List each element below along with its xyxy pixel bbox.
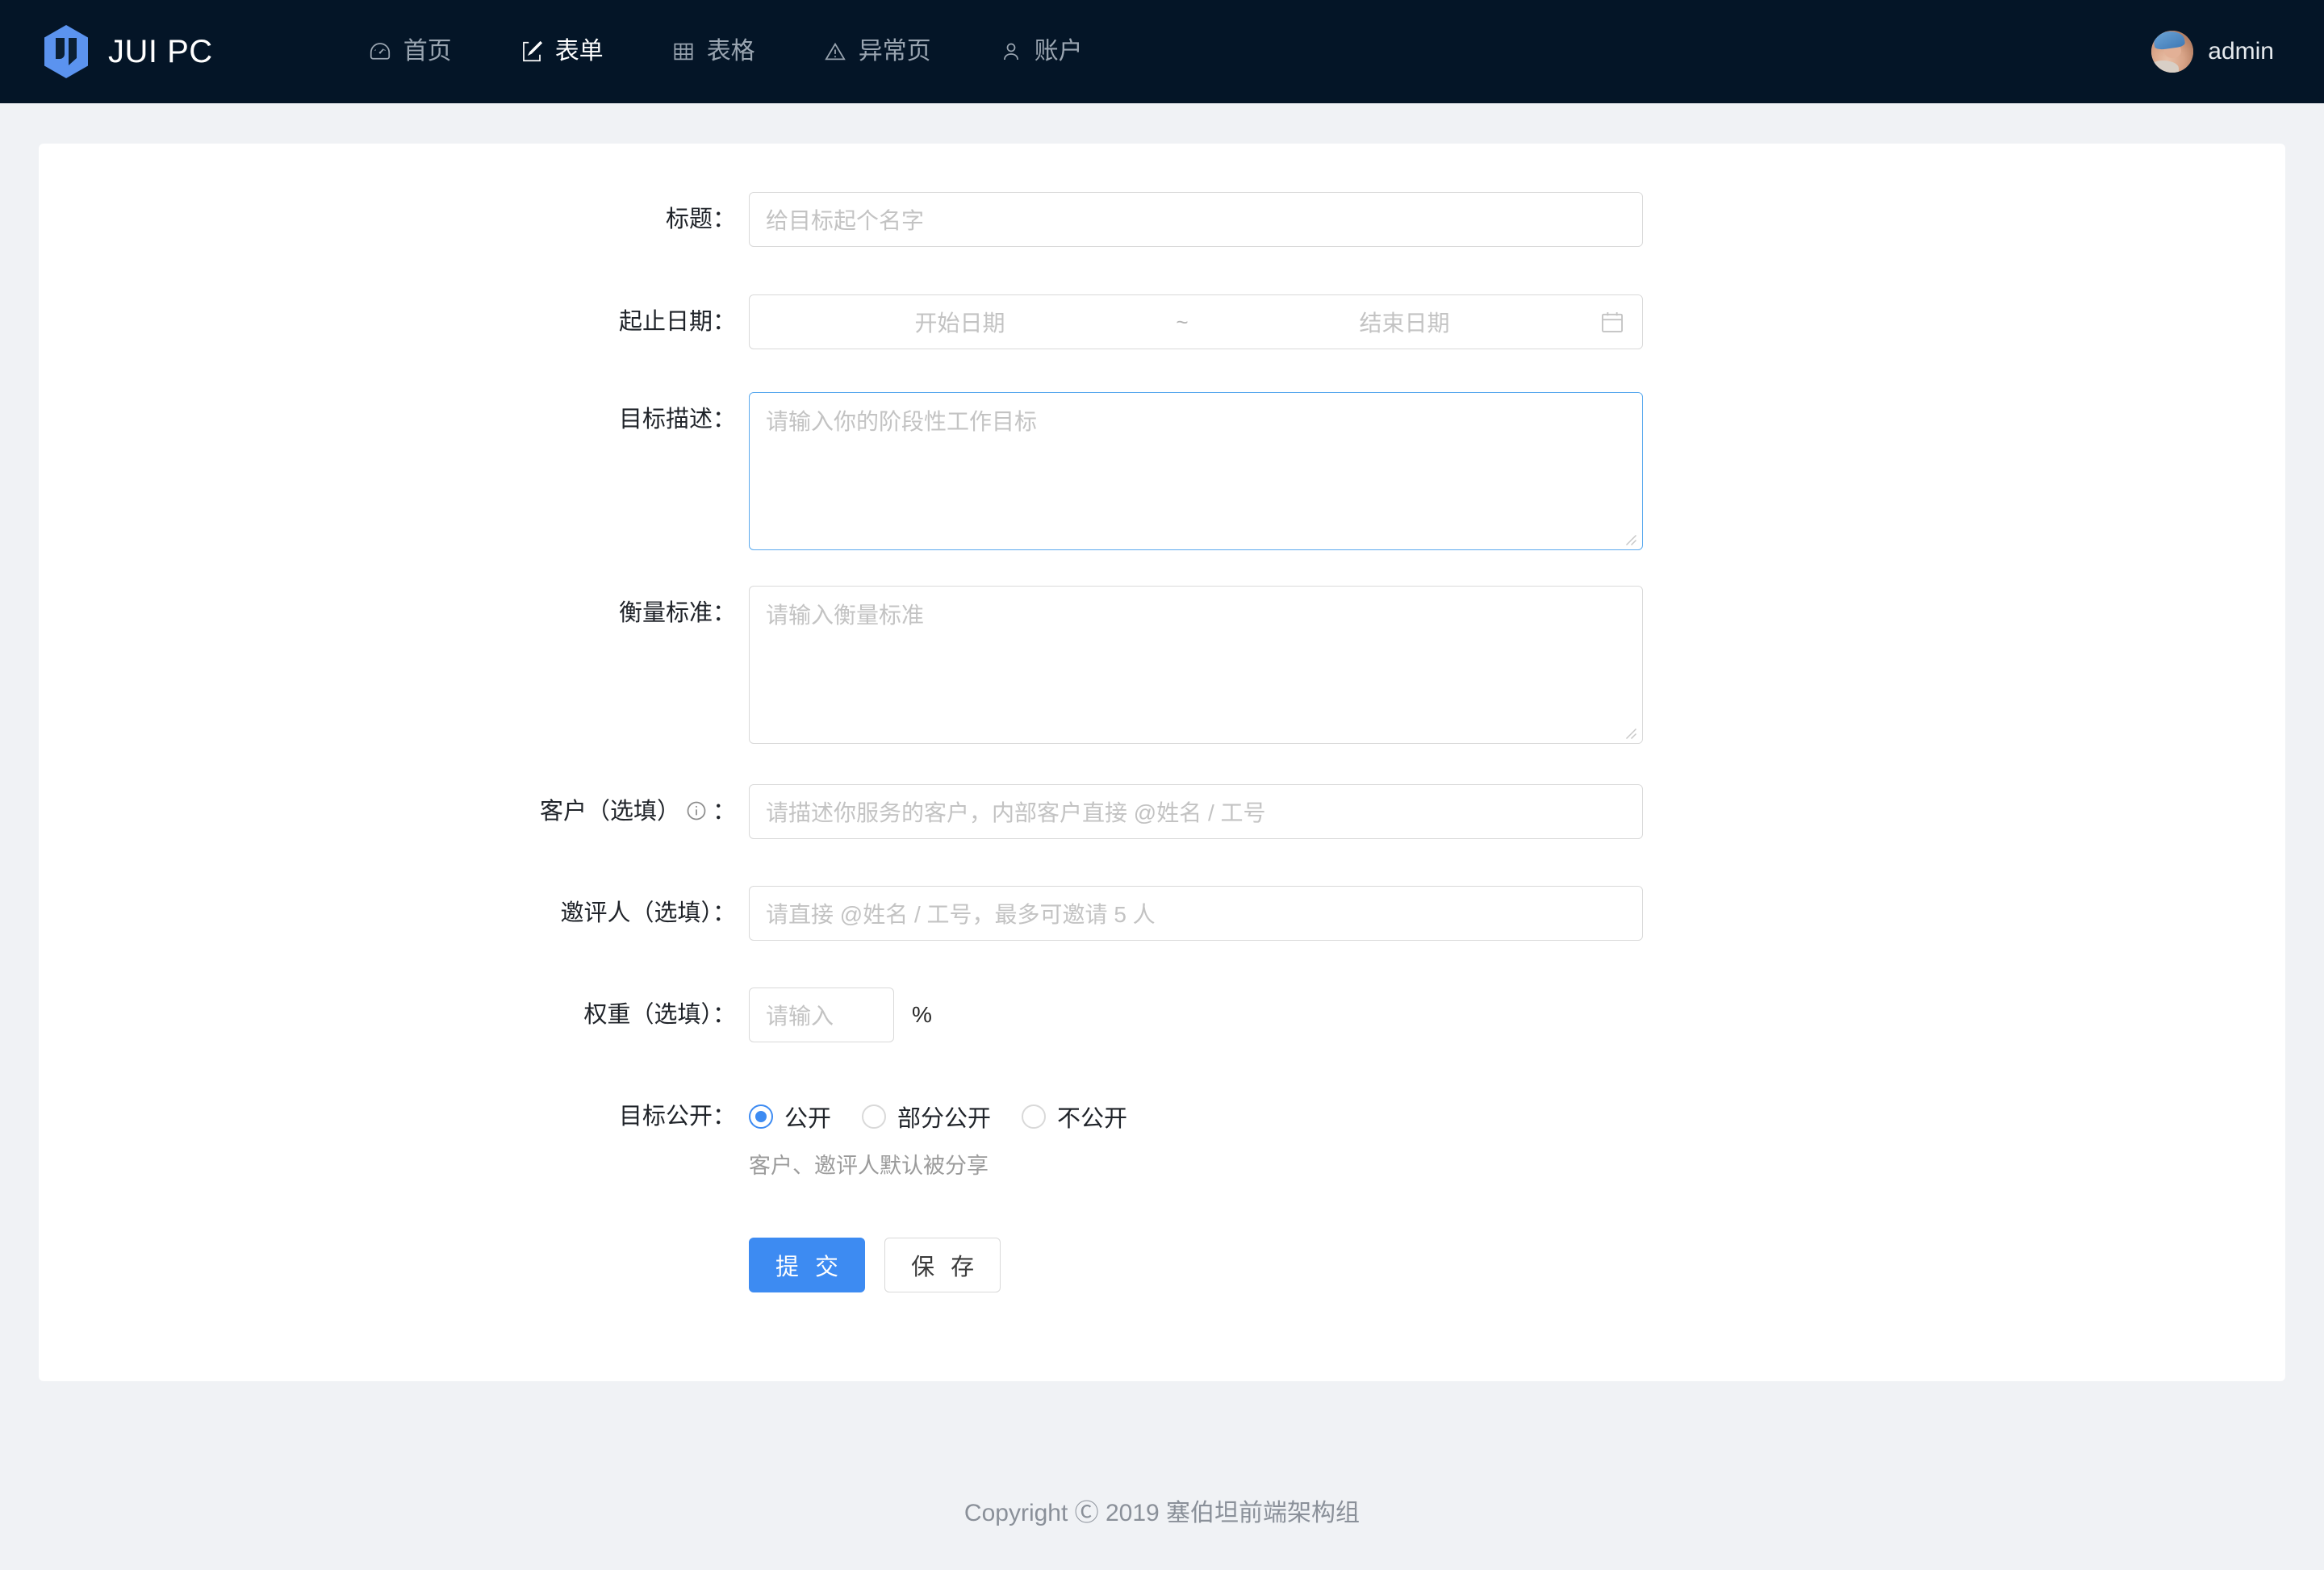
goal-form: 标题： 给目标起个名字 起止日期： 开始日期 ~ 结束日期 目标描述： 请输入你… <box>39 144 2285 1292</box>
goal-desc-textarea[interactable]: 请输入你的阶段性工作目标 <box>749 392 1643 550</box>
end-date-input[interactable]: 结束日期 <box>1210 306 1599 338</box>
brand-title: JUI PC <box>108 33 213 69</box>
metric-placeholder: 请输入衡量标准 <box>766 603 925 628</box>
dashboard-icon <box>368 40 392 64</box>
info-circle-icon[interactable] <box>685 800 708 822</box>
resize-grip-icon[interactable] <box>1623 725 1637 740</box>
footer-copyright: Copyright Ⓒ 2019 塞伯坦前端架构组 <box>963 1500 1361 1526</box>
customer-input[interactable]: 请描述你服务的客户，内部客户直接 @姓名 / 工号 <box>749 784 1643 839</box>
title-input[interactable]: 给目标起个名字 <box>749 192 1643 247</box>
customer-label-colon: ： <box>712 799 736 825</box>
app-page: JUI PC 首页 表单 表格 异常页 账户 admin 标题： 给目标起个名字… <box>0 0 2324 1570</box>
radio-partial-dot <box>862 1104 887 1129</box>
metric-textarea[interactable]: 请输入衡量标准 <box>749 586 1643 744</box>
weight-input[interactable]: 请输入 <box>749 988 894 1042</box>
jui-hexagon-logo-icon <box>42 24 90 79</box>
warning-triangle-icon <box>823 40 847 64</box>
radio-public-label: 公开 <box>784 1106 832 1132</box>
radio-partial-label: 部分公开 <box>897 1106 992 1132</box>
reviewer-label: 邀评人（选填）： <box>560 900 736 926</box>
weight-unit: % <box>912 1002 932 1027</box>
visibility-help-text: 客户、邀评人默认被分享 <box>749 1154 989 1178</box>
resize-grip-icon[interactable] <box>1623 532 1637 546</box>
top-header: JUI PC 首页 表单 表格 异常页 账户 admin <box>0 0 2324 103</box>
avatar <box>2151 31 2194 73</box>
form-row-visibility: 目标公开： 公开 部分公开 不公开 客户、邀评人默认被分享 <box>39 1089 2285 1186</box>
form-card: 标题： 给目标起个名字 起止日期： 开始日期 ~ 结束日期 目标描述： 请输入你… <box>39 144 2285 1381</box>
calendar-icon[interactable] <box>1599 308 1626 336</box>
goal-desc-label: 目标描述： <box>618 407 736 432</box>
form-row-metric: 衡量标准： 请输入衡量标准 <box>39 586 2285 744</box>
save-button[interactable]: 保 存 <box>884 1238 1001 1292</box>
nav-item-exception[interactable]: 异常页 <box>789 40 965 64</box>
radio-private[interactable]: 不公开 <box>1022 1100 1127 1134</box>
nav-item-form[interactable]: 表单 <box>486 40 637 64</box>
weight-label: 权重（选填）： <box>583 1002 736 1028</box>
form-row-date-range: 起止日期： 开始日期 ~ 结束日期 <box>39 294 2285 349</box>
radio-public-dot <box>749 1104 773 1129</box>
date-range-label: 起止日期： <box>618 309 736 335</box>
form-row-goal-desc: 目标描述： 请输入你的阶段性工作目标 <box>39 392 2285 550</box>
visibility-label: 目标公开： <box>618 1104 736 1129</box>
form-row-weight: 权重（选填）： 请输入 % <box>39 988 2285 1042</box>
metric-label: 衡量标准： <box>618 600 736 626</box>
radio-private-dot <box>1022 1104 1047 1129</box>
user-menu[interactable]: admin <box>2151 0 2274 103</box>
main-nav: 首页 表单 表格 异常页 账户 <box>334 40 1117 64</box>
date-range-separator: ~ <box>1176 309 1189 334</box>
nav-item-home[interactable]: 首页 <box>334 40 486 64</box>
radio-public[interactable]: 公开 <box>749 1100 831 1134</box>
nav-item-exception-label: 异常页 <box>858 38 931 65</box>
user-name: admin <box>2208 38 2274 65</box>
start-date-input[interactable]: 开始日期 <box>766 306 1154 338</box>
nav-item-table[interactable]: 表格 <box>637 40 789 64</box>
reviewer-input[interactable]: 请直接 @姓名 / 工号，最多可邀请 5 人 <box>749 886 1643 941</box>
table-grid-icon <box>671 40 696 64</box>
form-row-reviewer: 邀评人（选填）： 请直接 @姓名 / 工号，最多可邀请 5 人 <box>39 886 2285 941</box>
form-row-actions: 提 交 保 存 <box>39 1238 2285 1292</box>
goal-desc-placeholder: 请输入你的阶段性工作目标 <box>766 409 1038 434</box>
edit-square-icon <box>520 40 544 64</box>
form-row-title: 标题： 给目标起个名字 <box>39 192 2285 247</box>
nav-item-form-label: 表单 <box>554 38 604 65</box>
customer-label-text: 客户（选填） <box>539 799 680 825</box>
nav-item-account-label: 账户 <box>1034 38 1083 65</box>
nav-item-home-label: 首页 <box>403 38 452 65</box>
submit-button[interactable]: 提 交 <box>749 1238 866 1292</box>
title-label: 标题： <box>665 207 736 232</box>
radio-private-label: 不公开 <box>1057 1106 1128 1132</box>
brand-logo[interactable]: JUI PC <box>42 24 213 79</box>
radio-partial[interactable]: 部分公开 <box>862 1100 991 1134</box>
visibility-radio-group: 公开 部分公开 不公开 <box>749 1089 2285 1144</box>
action-buttons: 提 交 保 存 <box>749 1238 2285 1292</box>
date-range-picker[interactable]: 开始日期 ~ 结束日期 <box>749 294 1643 349</box>
nav-item-table-label: 表格 <box>706 38 755 65</box>
user-icon <box>999 40 1023 64</box>
customer-label: 客户（选填） ： <box>39 784 749 839</box>
form-row-customer: 客户（选填） ： 请描述你服务的客户，内部客户直接 @姓名 / 工号 <box>39 784 2285 839</box>
nav-item-account[interactable]: 账户 <box>965 40 1117 64</box>
